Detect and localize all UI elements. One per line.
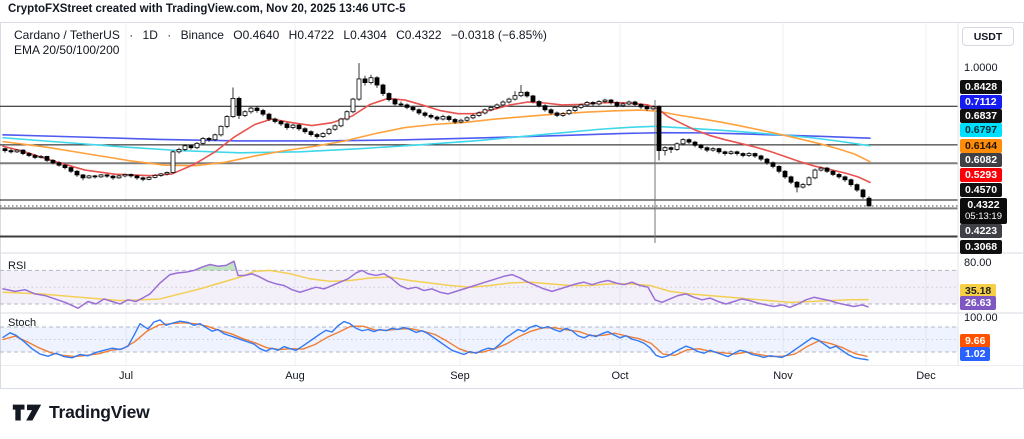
legend-separator: · — [129, 28, 133, 42]
ohlc-close: C0.4322 — [396, 28, 441, 42]
tradingview-chart-export: CryptoFXStreet created with TradingView.… — [0, 0, 1024, 439]
price-level-label: 0.6144 — [960, 139, 1002, 153]
rsi-pane-label[interactable]: RSI — [8, 260, 26, 272]
price-level-label: 0.8428 — [960, 80, 1002, 94]
time-axis-month-label: Oct — [611, 370, 628, 382]
price-level-label: 0.7112 — [960, 95, 1002, 109]
currency-toggle-button[interactable]: USDT — [962, 27, 1014, 46]
price-level-label: 0.5293 — [960, 168, 1002, 182]
exchange-name: Binance — [181, 28, 224, 42]
tradingview-logo[interactable]: TradingView — [12, 402, 150, 423]
rsi-value-label: 26.63 — [960, 296, 996, 310]
rsi-axis-tick: 80.00 — [964, 257, 992, 269]
stoch-value-label: 9.66 — [960, 334, 990, 348]
time-axis-month-label: Dec — [916, 370, 936, 382]
time-axis-month-label: Jul — [119, 370, 133, 382]
price-change: −0.0318 (−6.85%) — [451, 28, 547, 42]
interval-value[interactable]: 1D — [143, 28, 158, 42]
price-level-label: 0.6082 — [960, 153, 1002, 167]
stoch-pane-label[interactable]: Stoch — [8, 317, 36, 329]
ohlc-high: H0.4722 — [289, 28, 334, 42]
price-axis-tick: 1.0000 — [964, 62, 998, 74]
symbol-legend: Cardano / TetherUS · 1D · Binance O0.464… — [14, 28, 553, 58]
tradingview-logo-text: TradingView — [49, 402, 150, 423]
time-axis-month-label: Aug — [285, 370, 305, 382]
legend-separator: · — [167, 28, 171, 42]
price-level-label: 0.6797 — [960, 123, 1002, 137]
price-level-label: 0.3068 — [960, 240, 1002, 254]
indicator-legend[interactable]: EMA 20/50/100/200 — [14, 43, 553, 58]
time-axis-month-label: Nov — [773, 370, 793, 382]
price-level-label: 0.4223 — [960, 224, 1002, 238]
watermark-text: CryptoFXStreet created with TradingView.… — [8, 3, 406, 15]
time-axis-month-label: Sep — [450, 370, 470, 382]
current-price-label: 0.432205:13:19 — [960, 198, 1007, 224]
stoch-value-label: 1.02 — [960, 347, 990, 361]
ohlc-low: L0.4304 — [343, 28, 386, 42]
stoch-axis-tick: 100.00 — [964, 312, 998, 324]
ohlc-open: O0.4640 — [233, 28, 279, 42]
price-level-label: 0.6837 — [960, 109, 1002, 123]
tradingview-logo-icon — [12, 403, 42, 423]
symbol-name[interactable]: Cardano / TetherUS — [14, 28, 120, 42]
legend-row-symbol: Cardano / TetherUS · 1D · Binance O0.464… — [14, 28, 553, 43]
price-level-label: 0.4570 — [960, 183, 1002, 197]
chart-plot-area[interactable] — [0, 22, 1024, 366]
